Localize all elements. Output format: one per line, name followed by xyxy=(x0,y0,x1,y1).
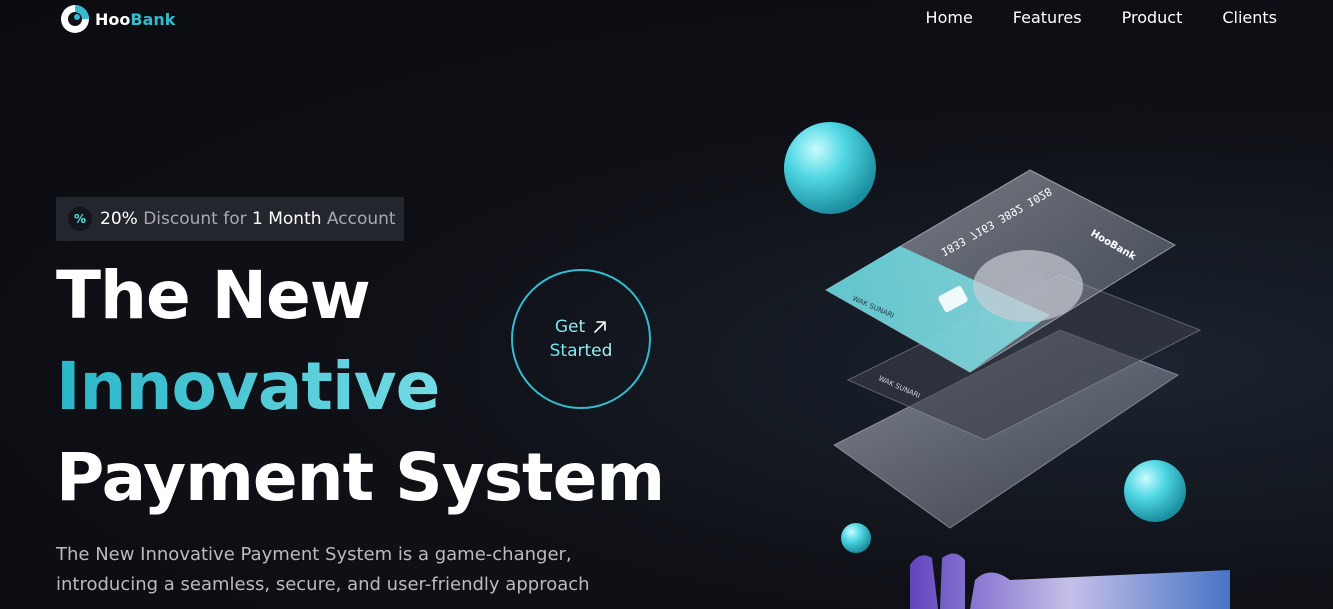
nav-item-home[interactable]: Home xyxy=(926,8,973,27)
sphere-top xyxy=(784,122,876,214)
discount-badge: % 20% Discount for 1 Month Account xyxy=(56,197,404,241)
discount-text: 20% Discount for 1 Month Account xyxy=(100,209,396,229)
sphere-right xyxy=(1124,460,1186,522)
nav-item-clients[interactable]: Clients xyxy=(1222,8,1277,27)
nav-item-product[interactable]: Product xyxy=(1122,8,1183,27)
robot-hand xyxy=(910,553,1230,609)
nav-menu: Home Features Product Clients xyxy=(926,8,1277,27)
discount-icon: % xyxy=(68,207,92,231)
hero-cards-illustration: WAK SUNARI 1833 7163 3892 1028 WAK SUNAR… xyxy=(784,122,1230,609)
hoobank-logo-icon xyxy=(61,5,89,33)
get-started-label-1: Get xyxy=(554,317,586,337)
get-started-label-2: Started xyxy=(549,341,613,361)
navbar: HooBank Home Features Product Clients xyxy=(0,0,1333,40)
headline-line-3: Payment System xyxy=(56,439,665,516)
nav-item-features[interactable]: Features xyxy=(1013,8,1082,27)
sphere-small xyxy=(841,523,871,553)
arrow-up-right-icon xyxy=(594,321,606,333)
brand-logo[interactable]: HooBank xyxy=(59,3,175,35)
hero-description: The New Innovative Payment System is a g… xyxy=(56,544,590,595)
get-started-button[interactable]: Get Started xyxy=(511,269,651,409)
brand-name: HooBank xyxy=(95,9,176,29)
